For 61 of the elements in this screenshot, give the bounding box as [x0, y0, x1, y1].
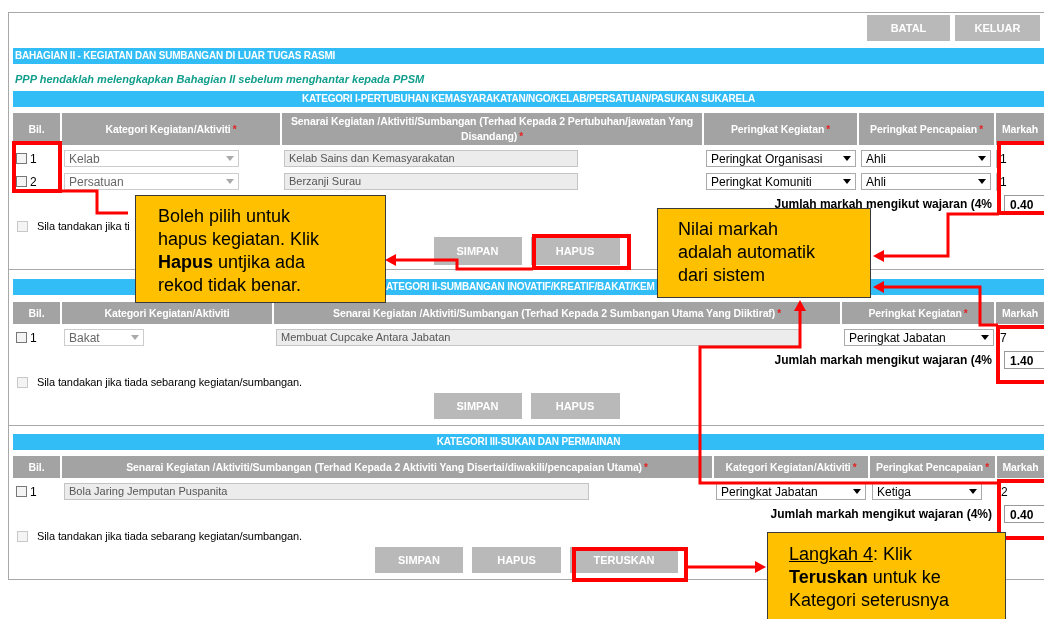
column-header: Kategori Kegiatan/Aktiviti * [62, 113, 280, 145]
checkbox[interactable] [16, 486, 27, 497]
checkbox[interactable] [17, 220, 28, 232]
column-header: Bil. [13, 302, 60, 324]
column-header: Peringkat Pencapaian * [859, 113, 994, 145]
caret-icon [843, 156, 851, 161]
caret-icon [978, 179, 986, 184]
checkbox[interactable] [16, 153, 27, 164]
highlight-frame [997, 479, 1044, 540]
checkbox[interactable] [17, 376, 28, 388]
row-number: 1 [30, 151, 37, 166]
mark-field[interactable]: 1 [996, 172, 1044, 191]
section-header: KATEGORI III-SUKAN DAN PERMAINAN [13, 434, 1044, 450]
column-header: Peringkat Kegiatan * [704, 113, 857, 145]
column-header: Senarai Kegiatan /Aktiviti/Sumbangan (Terhad Kepada 2 Aktiviti Yang Disertai/diwakili/pencapaian Utama) * [62, 456, 712, 478]
highlight-frame [996, 325, 1044, 384]
dropdown[interactable]: Peringkat Komuniti [706, 173, 856, 190]
dropdown[interactable]: Peringkat Organisasi [706, 150, 856, 167]
total-field: 0.40 [1004, 505, 1044, 523]
column-header: Peringkat Pencapaian * [870, 456, 995, 478]
dropdown[interactable]: Ahli [861, 150, 991, 167]
checkbox[interactable] [16, 332, 27, 343]
total-label: Jumlah markah mengikut wajaran (4% [774, 353, 992, 367]
mark-field[interactable]: 1 [996, 149, 1044, 168]
checkbox[interactable] [16, 176, 27, 187]
checkbox-label: Sila tandakan jika ti [37, 220, 130, 232]
caret-icon [981, 335, 989, 340]
column-header: Senarai Kegiatan /Aktiviti/Sumbangan (Terhad Kepada 2 Sumbangan Utama Yang Diiktiraf) * [274, 302, 840, 324]
total-label: Jumlah markah mengikut wajaran (4% [774, 197, 992, 211]
checkbox-label: Sila tandakan jika tiada sebarang kegiatan/sumbangan. [37, 376, 302, 388]
caret-icon [978, 156, 986, 161]
total-field: 0.40 [1004, 195, 1044, 213]
column-header: Markah [997, 456, 1044, 478]
highlight-frame [12, 141, 62, 193]
notice-text: PPP hendaklah melengkapkan Bahagian II sebelum menghantar kepada PPSM [14, 72, 426, 87]
caret-icon [226, 179, 234, 184]
caret-icon [226, 156, 234, 161]
mark-field[interactable]: 7 [996, 328, 1044, 347]
checkbox[interactable] [17, 530, 28, 542]
caret-icon [131, 335, 139, 340]
caret-icon [853, 489, 861, 494]
checkbox-label: Sila tandakan jika tiada sebarang kegiatan/sumbangan. [37, 530, 302, 542]
row-number: 1 [30, 484, 37, 499]
column-header: Kategori Kegiatan/Aktiviti [62, 302, 272, 324]
caret-icon [969, 489, 977, 494]
dropdown[interactable]: Ahli [861, 173, 991, 190]
dropdown[interactable]: Peringkat Jabatan [844, 329, 994, 346]
column-header: Kategori Kegiatan/Aktiviti * [714, 456, 868, 478]
row-number: 1 [30, 330, 37, 345]
column-header: Senarai Kegiatan /Aktiviti/Sumbangan (Terhad Kepada 2 Pertubuhan/jawatan Yang Disandang) * [282, 113, 702, 145]
column-header: Bil. [13, 456, 60, 478]
column-header: Peringkat Kegiatan * [842, 302, 994, 324]
part-title: BAHAGIAN II - KEGIATAN DAN SUMBANGAN DI LUAR TUGAS RASMI [13, 48, 1044, 64]
mark-field[interactable]: 2 [997, 482, 1044, 501]
callout-text: Langkah 4: Klik Teruskan untuk ke Kategori seterusnya [789, 544, 950, 610]
column-header: Markah [996, 302, 1044, 324]
caret-icon [843, 179, 851, 184]
total-field: 1.40 [1004, 351, 1044, 369]
row-number: 2 [30, 174, 37, 189]
total-label: Jumlah markah mengikut wajaran (4%) [770, 507, 992, 521]
section-header: KATEGORI I-PERTUBUHAN KEMASYARAKATAN/NGO/KELAB/PERSATUAN/PASUKAN SUKARELA [13, 91, 1044, 107]
